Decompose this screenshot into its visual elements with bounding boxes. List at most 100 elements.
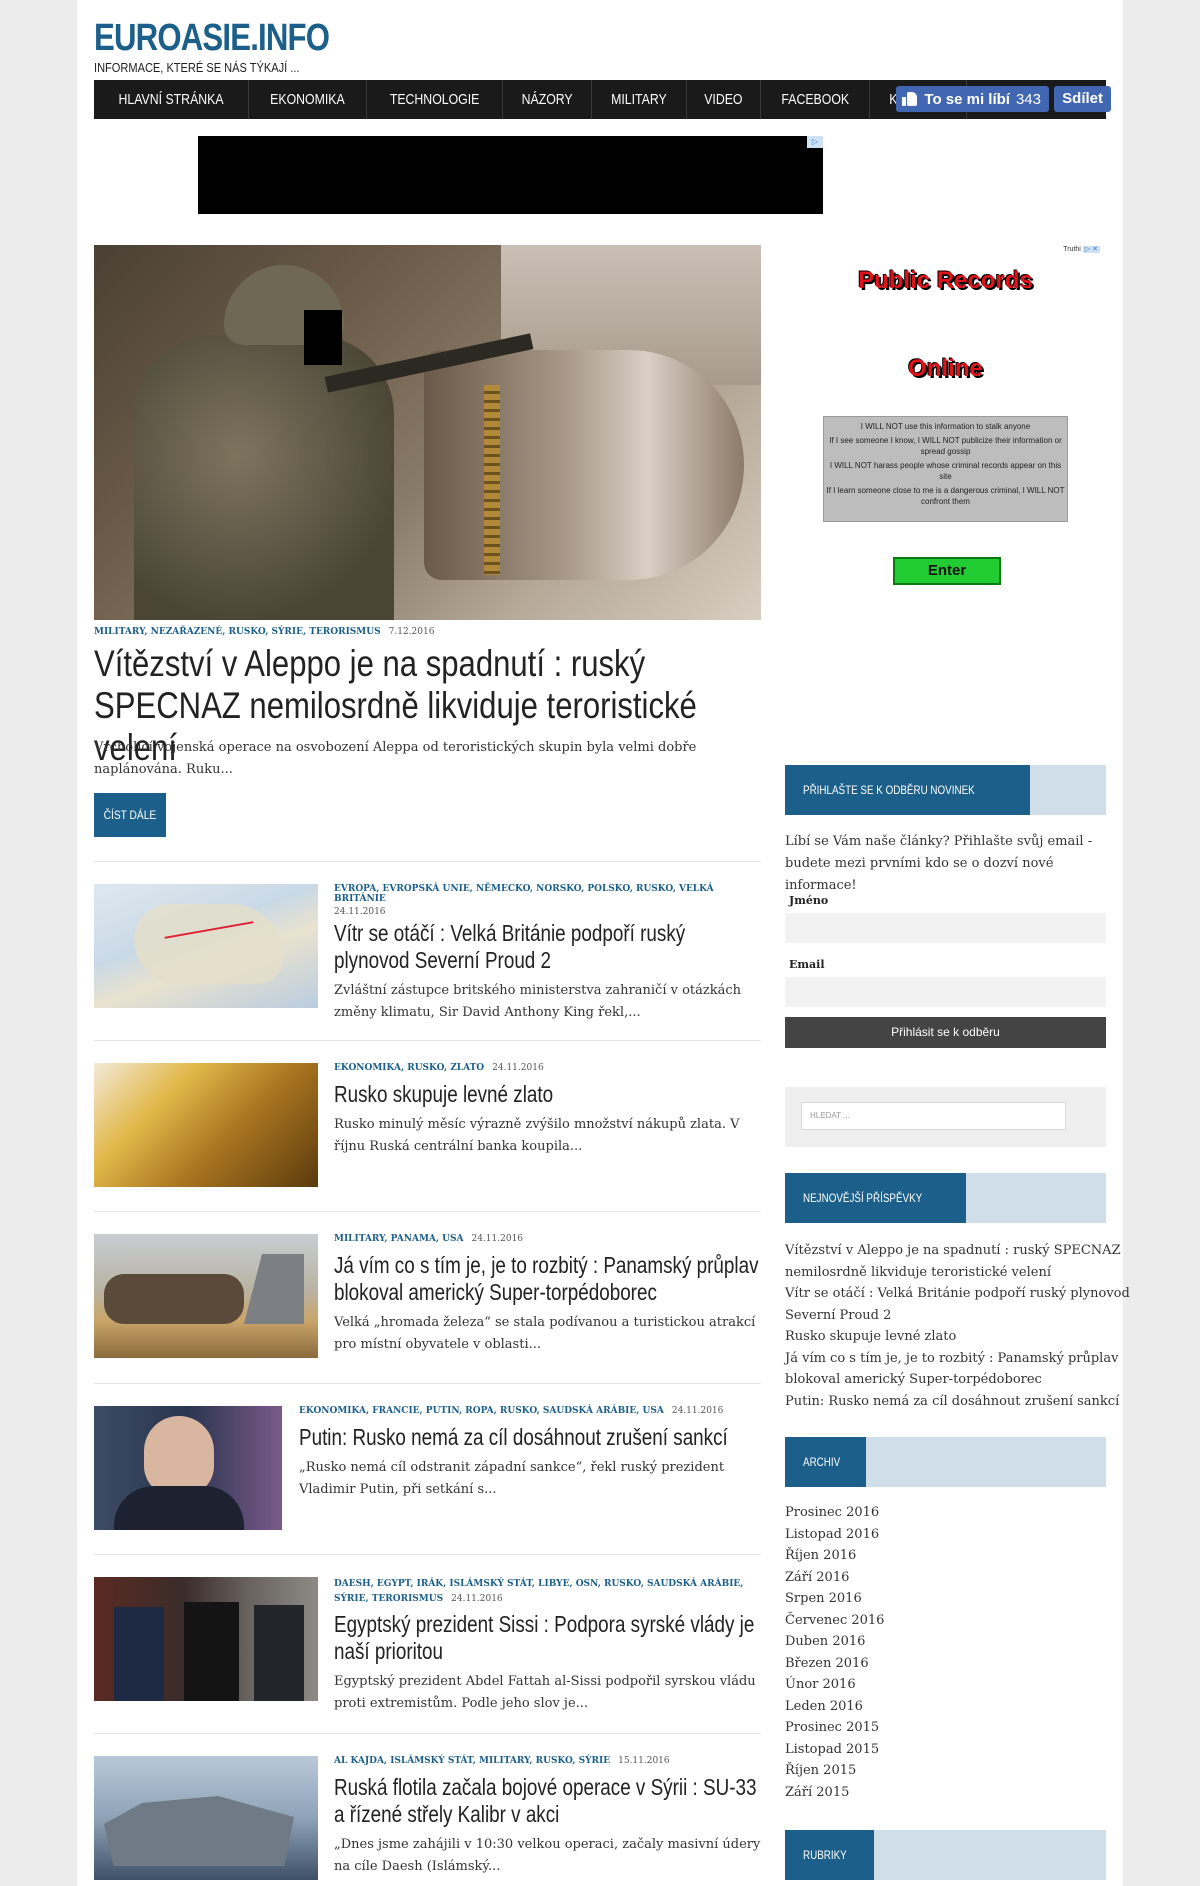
post-title[interactable]: Rusko skupuje levné zlato (334, 1081, 761, 1108)
categories-heading: RUBRIKY (785, 1830, 1106, 1880)
ad-pledge-line: I WILL NOT use this information to stalk… (860, 422, 1031, 431)
post-thumbnail[interactable] (94, 1577, 318, 1701)
facebook-share-button[interactable]: Sdílet (1054, 86, 1111, 112)
post-thumbnail[interactable] (94, 1756, 318, 1880)
site-title[interactable]: EUROASIE.INFO (94, 18, 330, 58)
post-excerpt: Rusko minulý měsíc výrazně zvýšilo množs… (334, 1117, 740, 1154)
like-count: 343 (1015, 90, 1041, 108)
subscribe-widget-heading: PŘIHLAŠTE SE K ODBĚRU NOVINEK (785, 765, 1106, 815)
post-categories[interactable]: MILITARY, PANAMA, USA 24.11.2016 (334, 1234, 761, 1244)
archive-link[interactable]: Září 2016 (785, 1567, 1115, 1589)
nav-item-technology[interactable]: TECHNOLOGIE (367, 80, 504, 119)
post-date: 24.11.2016 (471, 1234, 524, 1244)
search-widget: HLEDAT ... (785, 1087, 1106, 1147)
ad-pledge-line: I WILL NOT harass people whose criminal … (829, 461, 1062, 481)
post-categories[interactable]: EKONOMIKA, RUSKO, ZLATO 24.11.2016 (334, 1063, 761, 1073)
post-excerpt: Egyptský prezident Abdel Fattah al-Sissi… (334, 1674, 756, 1711)
thumb-figures (104, 1274, 244, 1324)
post-title[interactable]: Putin: Rusko nemá za cíl dosáhnout zruše… (299, 1424, 761, 1451)
post-thumbnail[interactable] (94, 884, 318, 1008)
nav-item-facebook[interactable]: FACEBOOK (761, 80, 871, 119)
post-title[interactable]: Já vím co s tím je, je to rozbitý : Pana… (334, 1252, 761, 1306)
facebook-like-button[interactable]: To se mi líbí 343 (896, 86, 1049, 112)
recent-post-link[interactable]: blokoval americký Super-torpédoborec (785, 1369, 1115, 1391)
divider (94, 1040, 761, 1041)
post-title[interactable]: Ruská flotila začala bojové operace v Sý… (334, 1774, 761, 1828)
archive-link[interactable]: Březen 2016 (785, 1653, 1115, 1675)
ad-title: Public Records (858, 267, 1033, 294)
archive-link[interactable]: Říjen 2015 (785, 1760, 1115, 1782)
featured-image[interactable] (94, 245, 761, 620)
ad-enter-button[interactable]: Enter (893, 557, 1001, 585)
recent-post-link[interactable]: Vítr se otáčí : Velká Británie podpoří r… (785, 1283, 1130, 1305)
thumb-person (114, 1607, 164, 1701)
archive-link[interactable]: Říjen 2016 (785, 1545, 1115, 1567)
banner-ad[interactable]: ▷ (198, 136, 823, 214)
email-field[interactable] (785, 977, 1106, 1007)
recent-post-link[interactable]: nemilosrdně likviduje teroristické velen… (785, 1262, 1115, 1284)
archive-link[interactable]: Únor 2016 (785, 1674, 1115, 1696)
post-categories[interactable]: AL KAJDA, ISLÁMSKÝ STÁT, MILITARY, RUSKO… (334, 1756, 761, 1766)
divider (94, 861, 761, 862)
recent-post-link[interactable]: Putin: Rusko nemá za cíl dosáhnout zruše… (785, 1391, 1119, 1413)
post-title[interactable]: Vítr se otáčí : Velká Británie podpoří r… (334, 920, 761, 974)
archive-link[interactable]: Listopad 2016 (785, 1524, 1115, 1546)
post-thumbnail[interactable] (94, 1063, 318, 1187)
divider (94, 1733, 761, 1734)
thumb-warship (104, 1796, 294, 1866)
read-more-button[interactable]: ČÍST DÁLE (94, 793, 166, 837)
archive-link[interactable]: Prosinec 2016 (785, 1502, 1115, 1524)
post-title[interactable]: Egyptský prezident Sissi : Podpora syrsk… (334, 1611, 761, 1665)
hero-drum (424, 350, 744, 580)
search-input[interactable]: HLEDAT ... (801, 1102, 1066, 1130)
ad-pledge-line: If I see someone I know, I WILL NOT publ… (829, 436, 1062, 456)
ad-pledge-box: I WILL NOT use this information to stalk… (823, 416, 1068, 522)
email-label: Email (789, 958, 825, 971)
recent-post-link[interactable]: Rusko skupuje levné zlato (785, 1326, 1115, 1348)
thumb-person (254, 1605, 304, 1701)
post-date: 24.11.2016 (451, 1594, 503, 1604)
post-thumbnail[interactable] (94, 1234, 318, 1358)
thumb-face (144, 1416, 214, 1496)
name-label: Jméno (789, 894, 829, 907)
post-excerpt: Velká „hromada železa“ se stala podívano… (334, 1315, 756, 1352)
archive-link[interactable]: Červenec 2016 (785, 1610, 1115, 1632)
nav-item-opinions[interactable]: NÁZORY (503, 80, 593, 119)
archive-link[interactable]: Leden 2016 (785, 1696, 1115, 1718)
divider (94, 1554, 761, 1555)
site-logo[interactable]: EUROASIE.INFO INFORMACE, KTERÉ SE NÁS TÝ… (94, 18, 381, 75)
post-categories[interactable]: DAESH, EGYPT, IRÁK, ISLÁMSKÝ STÁT, LIBYE… (334, 1577, 761, 1607)
subscribe-button[interactable]: Přihlásit se k odběru (785, 1017, 1106, 1048)
recent-post-link[interactable]: Já vím co s tím je, je to rozbitý : Pana… (785, 1348, 1118, 1370)
post-categories[interactable]: EVROPA, EVROPSKÁ UNIE, NĚMECKO, NORSKO, … (334, 884, 761, 904)
featured-categories[interactable]: MILITARY, NEZAŘAZENÉ, RUSKO, SÝRIE, TERO… (94, 627, 434, 637)
archive-link[interactable]: Prosinec 2015 (785, 1717, 1115, 1739)
featured-category-links[interactable]: MILITARY, NEZAŘAZENÉ, RUSKO, SÝRIE, TERO… (94, 627, 381, 637)
post-thumbnail[interactable] (94, 1406, 282, 1530)
ad-brand[interactable]: Truthi ▷ ✕ (1063, 245, 1100, 253)
nav-item-economy[interactable]: EKONOMIKA (249, 80, 367, 119)
nav-item-military[interactable]: MILITARY (592, 80, 688, 119)
archive-link[interactable]: Srpen 2016 (785, 1588, 1115, 1610)
thumb-person (184, 1602, 239, 1701)
recent-post-link[interactable]: Severní Proud 2 (785, 1305, 1115, 1327)
adchoices-icon[interactable]: ▷ (807, 136, 823, 148)
archive-list: Prosinec 2016 Listopad 2016 Říjen 2016 Z… (785, 1502, 1115, 1803)
name-field[interactable] (785, 913, 1106, 943)
ad-pledge-line: If I learn someone close to me is a dang… (826, 486, 1065, 506)
divider (94, 1383, 761, 1384)
post-date: 24.11.2016 (492, 1063, 544, 1073)
featured-excerpt: Vrcholící vojenská operace na osvobození… (94, 740, 697, 777)
post-categories[interactable]: EKONOMIKA, FRANCIE, PUTIN, ROPA, RUSKO, … (299, 1406, 761, 1416)
archive-link[interactable]: Duben 2016 (785, 1631, 1115, 1653)
nav-item-video[interactable]: VIDEO (687, 80, 761, 119)
nav-item-home[interactable]: HLAVNÍ STRÁNKA (94, 80, 250, 119)
featured-date: 7.12.2016 (388, 627, 435, 637)
sidebar-ad[interactable]: Truthi ▷ ✕ Public Records Online I WILL … (785, 245, 1106, 615)
post-date: 15.11.2016 (618, 1756, 670, 1766)
archive-link[interactable]: Září 2015 (785, 1782, 1115, 1804)
map-landmass (134, 904, 284, 984)
archive-link[interactable]: Listopad 2015 (785, 1739, 1115, 1761)
post-excerpt: Zvláštní zástupce britského ministerstva… (334, 983, 742, 1020)
recent-post-link[interactable]: Vítězství v Aleppo je na spadnutí : rusk… (785, 1240, 1121, 1262)
